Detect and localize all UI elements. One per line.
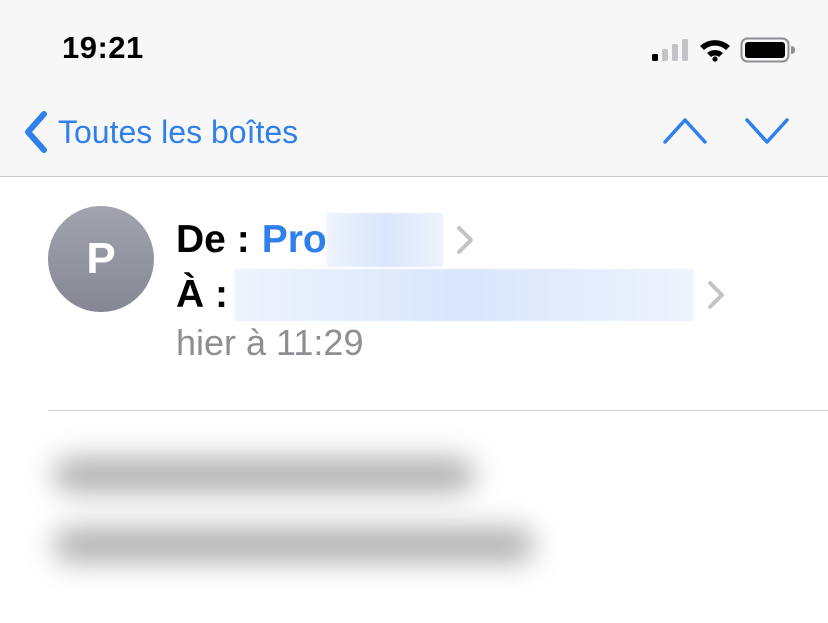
blurred-text-line [54,528,534,562]
from-row[interactable]: De : Pro [176,213,475,267]
blurred-message-body [44,440,564,590]
sender-name: Pro [261,218,327,261]
from-label: De : [176,218,250,261]
back-label: Toutes les boîtes [58,113,299,150]
blurred-text-line [54,458,474,492]
sender-avatar: P [48,206,154,312]
to-label: À : [176,273,228,316]
status-time: 19:21 [62,30,144,65]
chevron-right-icon [456,226,473,254]
chevron-up-icon[interactable] [662,114,708,148]
mail-message-screen: 19:21 Toutes les boîtes P De: Pro À: h… [0,0,828,623]
cellular-signal-icon [652,39,688,61]
avatar-initial: P [86,234,116,283]
chevron-down-icon[interactable] [744,114,790,148]
chevron-right-icon [708,281,724,309]
redacted-sender-name [326,213,443,267]
to-row[interactable]: À : [176,268,726,322]
redacted-recipient [234,269,694,321]
header-divider [48,410,828,411]
message-date: hier à 11:29 [176,322,364,363]
chevron-left-icon [25,111,47,153]
wifi-icon [700,40,730,62]
navigation-header: 19:21 Toutes les boîtes [0,0,828,177]
back-button[interactable]: Toutes les boîtes [22,108,298,156]
battery-icon [740,37,795,63]
